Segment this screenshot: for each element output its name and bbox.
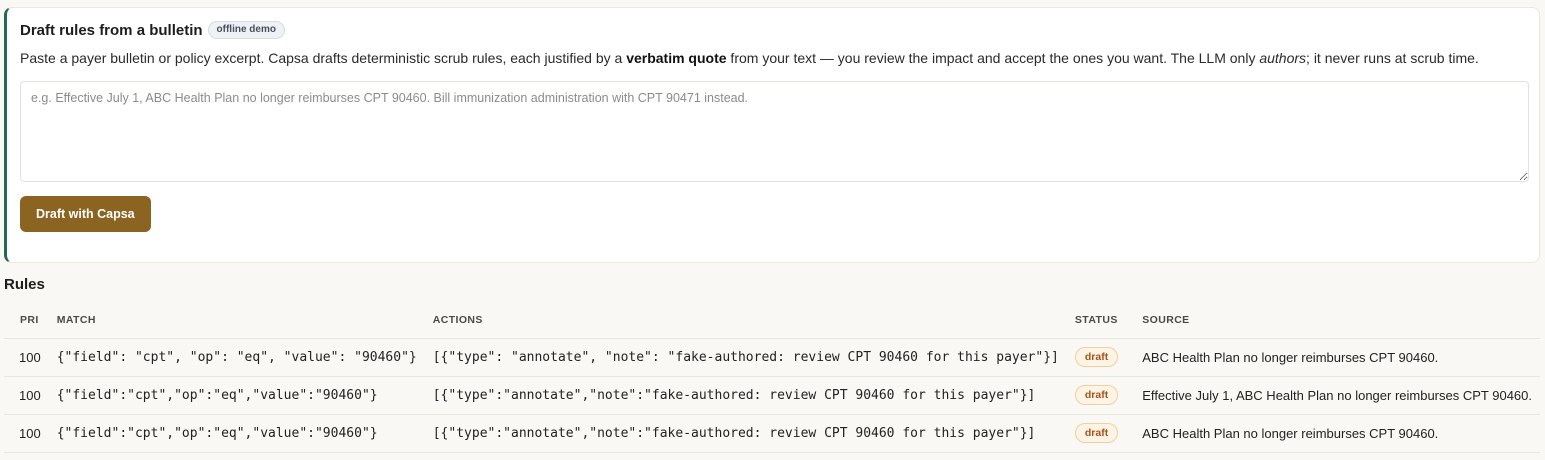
rule-status-cell: draft <box>1066 414 1135 453</box>
rule-source: Effective July 1, ABC Health Plan no lon… <box>1134 376 1540 415</box>
draft-card-header: Draft rules from a bulletin offline demo <box>20 20 1525 40</box>
status-badge: draft <box>1074 423 1119 443</box>
rule-status-cell: draft <box>1066 376 1135 415</box>
rule-actions: [{"type":"annotate","note":"fake-authore… <box>424 376 1067 415</box>
desc-text-1: Paste a payer bulletin or policy excerpt… <box>20 50 627 66</box>
draft-description: Paste a payer bulletin or policy excerpt… <box>20 48 1520 69</box>
draft-with-capsa-button[interactable]: Draft with Capsa <box>20 196 151 232</box>
col-header-pri: PRI <box>4 302 49 339</box>
rule-match: {"field": "cpt", "op": "eq", "value": "9… <box>48 338 425 377</box>
desc-bold-verbatim: verbatim quote <box>626 50 727 66</box>
rules-section-title: Rules <box>4 276 45 293</box>
rules-table-header: PRI MATCH ACTIONS STATUS SOURCE <box>4 302 1540 339</box>
table-row: 100 {"field":"cpt","op":"eq","value":"90… <box>4 376 1540 415</box>
rule-priority: 100 <box>4 376 49 415</box>
rules-table: PRI MATCH ACTIONS STATUS SOURCE 100 {"fi… <box>4 302 1540 453</box>
status-badge: draft <box>1074 347 1119 367</box>
draft-card-title: Draft rules from a bulletin <box>20 21 203 39</box>
rule-source: ABC Health Plan no longer reimburses CPT… <box>1134 338 1540 377</box>
rule-match: {"field":"cpt","op":"eq","value":"90460"… <box>48 414 425 453</box>
draft-rules-card: Draft rules from a bulletin offline demo… <box>4 7 1540 263</box>
table-row: 100 {"field":"cpt","op":"eq","value":"90… <box>4 414 1540 453</box>
col-header-status: STATUS <box>1066 302 1135 339</box>
col-header-source: SOURCE <box>1134 302 1540 339</box>
rule-actions: [{"type": "annotate", "note": "fake-auth… <box>424 338 1067 377</box>
rule-priority: 100 <box>4 414 49 453</box>
offline-demo-badge: offline demo <box>207 21 285 39</box>
rule-status-cell: draft <box>1066 338 1135 377</box>
col-header-actions: ACTIONS <box>424 302 1067 339</box>
table-row: 100 {"field": "cpt", "op": "eq", "value"… <box>4 338 1540 377</box>
rule-priority: 100 <box>4 338 49 377</box>
col-header-match: MATCH <box>48 302 425 339</box>
bulletin-textarea[interactable] <box>20 81 1529 182</box>
rule-source: ABC Health Plan no longer reimburses CPT… <box>1134 414 1540 453</box>
rule-actions: [{"type":"annotate","note":"fake-authore… <box>424 414 1067 453</box>
rule-match: {"field":"cpt","op":"eq","value":"90460"… <box>48 376 425 415</box>
desc-text-3: ; it never runs at scrub time. <box>1306 50 1479 66</box>
status-badge: draft <box>1074 385 1119 405</box>
desc-italic-authors: authors <box>1259 50 1307 66</box>
desc-text-2: from your text — you review the impact a… <box>726 50 1260 66</box>
